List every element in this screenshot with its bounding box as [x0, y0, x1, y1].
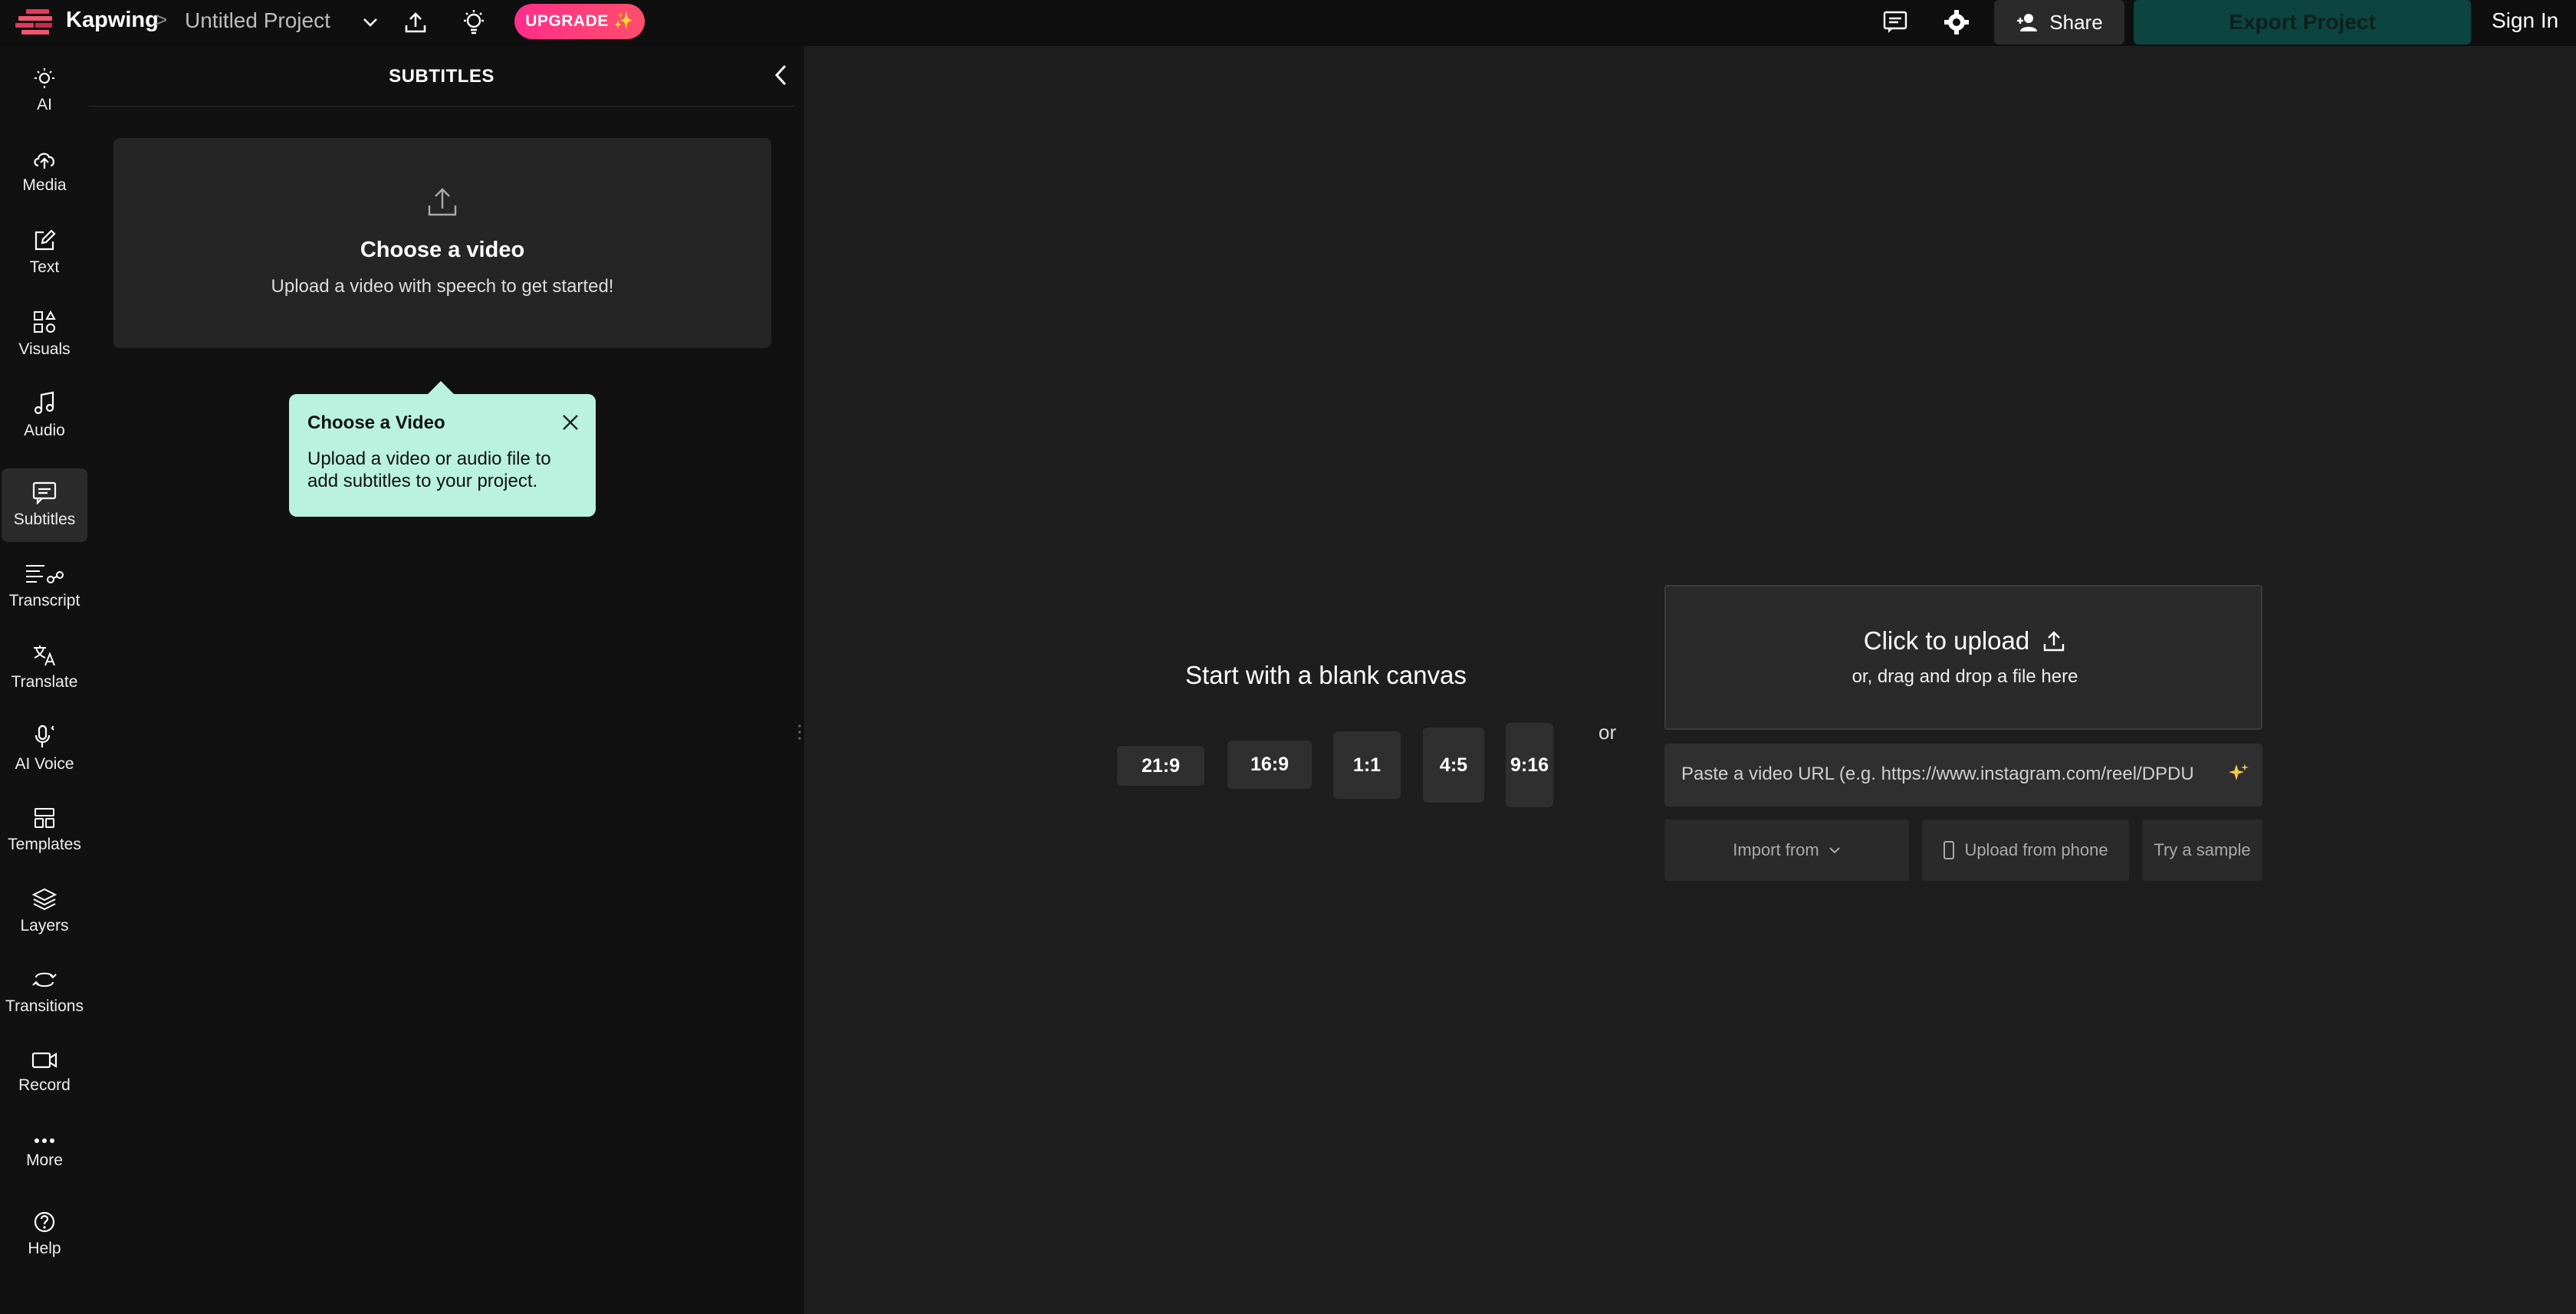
rail-label: AI Voice — [15, 755, 74, 773]
rail-label: Subtitles — [13, 511, 76, 528]
active-highlight — [2, 468, 87, 542]
edit-icon — [34, 229, 56, 251]
transcript-icon — [26, 565, 64, 583]
rail-item-text[interactable]: Text — [0, 216, 89, 290]
resize-handle-icon[interactable] — [797, 724, 802, 741]
project-title[interactable]: Untitled Project — [185, 8, 330, 33]
upload-from-phone-button[interactable]: Upload from phone — [1922, 820, 2129, 881]
upload-icon — [2044, 631, 2065, 652]
subtitles-panel: SUBTITLES Choose a video Upload a video … — [89, 46, 805, 1314]
rail-label: Transcript — [8, 592, 80, 609]
left-toolbar: AI Media Text Visuals Audio Subtitles Tr… — [0, 46, 89, 1314]
templates-icon — [34, 808, 54, 828]
import-from-label: Import from — [1733, 840, 1819, 859]
upload-icon[interactable] — [396, 3, 435, 41]
try-sample-button[interactable]: Try a sample — [2142, 820, 2262, 881]
upload-from-phone-label: Upload from phone — [1964, 840, 2108, 859]
translate-icon — [34, 646, 55, 666]
rail-item-transitions[interactable]: Transitions — [0, 955, 89, 1029]
gear-icon[interactable] — [1937, 3, 1976, 41]
kapwing-logo-icon[interactable] — [15, 9, 55, 35]
collapse-panel-chevron-left-icon[interactable] — [764, 58, 797, 92]
comment-icon[interactable] — [1876, 3, 1914, 41]
click-to-upload-area[interactable]: Click to upload or, drag and drop a file… — [1664, 585, 2262, 730]
rail-item-ai-voice[interactable]: AI Voice — [0, 712, 89, 786]
sign-in-link[interactable]: Sign In — [2492, 8, 2558, 33]
share-button[interactable]: Share — [1994, 0, 2124, 44]
cloud-upload-icon — [34, 153, 54, 169]
sparkle-icon[interactable] — [2227, 762, 2250, 789]
rail-item-visuals[interactable]: Visuals — [0, 297, 89, 371]
tooltip-body: Upload a video or audio file to add subt… — [307, 448, 551, 491]
rail-label: Record — [18, 1076, 71, 1094]
ratio-4-5-button[interactable]: 4:5 — [1423, 728, 1484, 803]
rail-label: Templates — [8, 836, 81, 853]
layers-icon — [32, 888, 57, 911]
mic-icon — [34, 724, 54, 747]
bulb-icon — [34, 68, 54, 88]
add-person-icon — [2017, 14, 2038, 31]
record-icon — [31, 1052, 58, 1069]
rail-label: Translate — [11, 673, 78, 691]
transitions-icon — [32, 972, 57, 987]
top-bar: Kapwing > Untitled Project UPGRADE ✨ Sha… — [0, 0, 2576, 46]
phone-icon — [1944, 841, 1955, 859]
rail-item-record[interactable]: Record — [0, 1036, 89, 1109]
rail-label: Media — [22, 176, 67, 194]
choose-video-title: Choose a video — [360, 238, 525, 262]
rail-item-media[interactable]: Media — [0, 135, 89, 209]
chevron-down-icon[interactable] — [351, 3, 389, 41]
choose-video-subtitle: Upload a video with speech to get starte… — [271, 276, 614, 297]
upload-icon — [428, 188, 457, 216]
rail-label: Audio — [24, 422, 65, 439]
ratio-21-9-button[interactable]: 21:9 — [1117, 746, 1204, 786]
subtitles-icon — [32, 481, 57, 504]
rail-item-help[interactable]: Help — [0, 1197, 89, 1271]
close-icon[interactable] — [557, 409, 583, 435]
import-from-dropdown[interactable]: Import from — [1664, 820, 1909, 881]
more-icon — [34, 1138, 54, 1143]
rail-item-translate[interactable]: Translate — [0, 631, 89, 705]
rail-item-layers[interactable]: Layers — [0, 875, 89, 948]
rail-label: Visuals — [18, 340, 71, 358]
shapes-icon — [34, 310, 56, 333]
rail-label: AI — [37, 96, 52, 113]
video-url-input[interactable]: Paste a video URL (e.g. https://www.inst… — [1664, 744, 2262, 806]
choose-video-tooltip: Choose a Video Upload a video or audio f… — [289, 381, 596, 517]
share-label: Share — [2049, 10, 2103, 34]
rail-item-more[interactable]: More — [0, 1116, 89, 1190]
rail-item-templates[interactable]: Templates — [0, 793, 89, 867]
rail-label: Layers — [20, 917, 69, 935]
upload-title-text: Click to upload — [1863, 626, 2030, 655]
help-icon — [34, 1211, 55, 1233]
panel-title: SUBTITLES — [389, 66, 495, 87]
divider — [89, 106, 794, 107]
rail-item-subtitles[interactable]: Subtitles — [0, 468, 89, 542]
rail-item-ai[interactable]: AI — [0, 54, 89, 127]
url-placeholder: Paste a video URL (e.g. https://www.inst… — [1681, 764, 2194, 784]
rail-label: More — [26, 1151, 63, 1169]
rail-item-transcript[interactable]: Transcript — [0, 550, 89, 623]
tooltip-arrow — [428, 381, 454, 407]
tooltip-title: Choose a Video — [307, 412, 445, 433]
brand-name[interactable]: Kapwing — [66, 8, 159, 33]
upload-subtitle: or, drag and drop a file here — [1852, 666, 2078, 687]
or-separator: or — [1598, 721, 1617, 744]
blank-canvas-title: Start with a blank canvas — [1185, 661, 1467, 689]
ratio-16-9-button[interactable]: 16:9 — [1227, 741, 1312, 789]
export-project-button[interactable]: Export Project — [2134, 0, 2471, 44]
ratio-9-16-button[interactable]: 9:16 — [1506, 723, 1553, 807]
upgrade-button[interactable]: UPGRADE ✨ — [514, 4, 645, 39]
rail-item-audio[interactable]: Audio — [0, 379, 89, 452]
rail-label: Text — [29, 258, 60, 276]
breadcrumb-separator: > — [155, 8, 168, 31]
upload-title: Click to upload — [1666, 626, 2264, 655]
ratio-1-1-button[interactable]: 1:1 — [1333, 731, 1401, 799]
choose-video-card[interactable]: Choose a video Upload a video with speec… — [113, 138, 771, 348]
music-icon — [34, 391, 54, 415]
chevron-down-icon — [1829, 847, 1840, 854]
rail-label: Help — [28, 1240, 61, 1257]
rail-label: Transitions — [5, 997, 84, 1015]
lightbulb-icon[interactable] — [455, 3, 493, 41]
